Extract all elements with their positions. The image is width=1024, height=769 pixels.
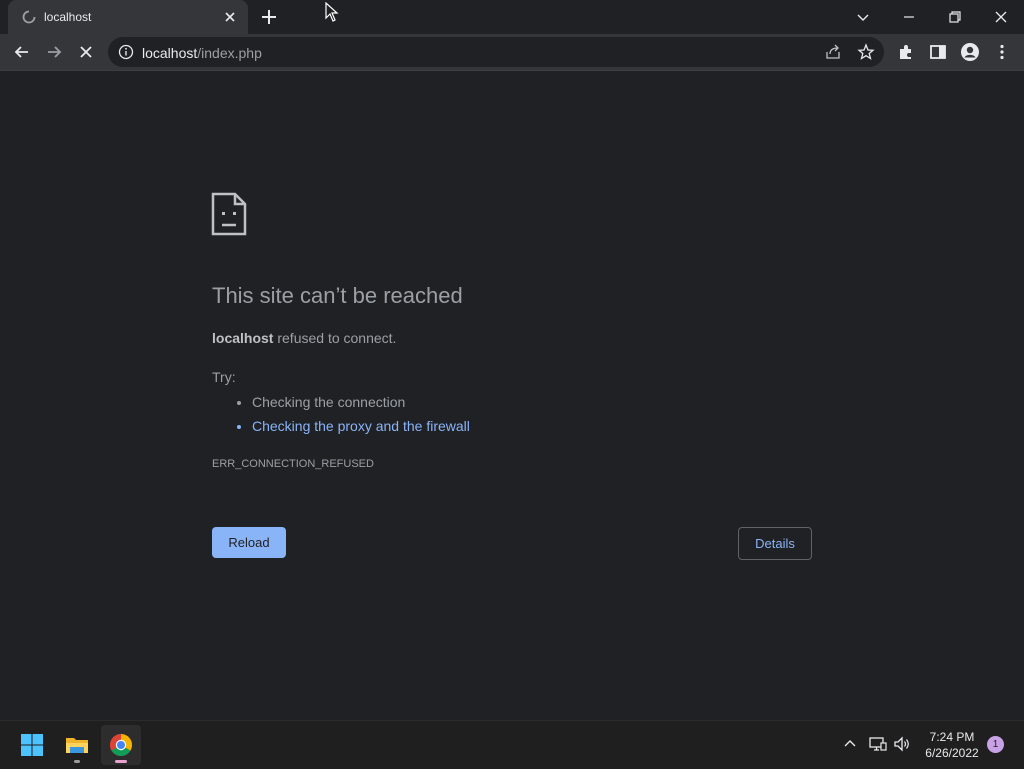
plus-icon[interactable] [259,7,279,27]
suggestion-check-proxy-link[interactable]: Checking the proxy and the firewall [252,415,470,439]
tab-title: localhost [44,10,92,24]
reload-button[interactable]: Reload [212,527,286,558]
file-explorer-icon [66,738,88,753]
clock-date: 6/26/2022 [925,746,979,760]
forward-icon[interactable] [44,42,64,62]
clock[interactable]: 7:24 PM 6/26/2022 [920,729,984,761]
suggestion-check-connection: Checking the connection [252,391,470,415]
restore-icon[interactable] [944,6,966,28]
close-icon[interactable] [222,9,238,25]
tab-localhost[interactable]: localhost [8,0,248,34]
close-window-icon[interactable] [990,6,1012,28]
chrome-button[interactable] [101,725,141,765]
volume-icon[interactable] [893,735,911,753]
taskbar: 7:24 PM 6/26/2022 [0,720,1024,769]
loading-spinner-icon [22,10,36,24]
url-host: localhost [142,45,198,61]
active-indicator [115,760,127,763]
start-button[interactable] [12,725,52,765]
url-text: localhost/index.php [142,45,262,61]
cursor-icon [325,2,339,22]
star-icon[interactable] [857,43,875,61]
error-page: This site can’t be reached localhost ref… [0,71,1024,720]
side-panel-icon[interactable] [928,42,948,62]
notification-badge[interactable]: 1 [987,736,1004,753]
stop-icon[interactable] [76,42,96,62]
extensions-icon[interactable] [896,42,916,62]
chevron-up-icon[interactable] [841,735,859,753]
chrome-icon [110,734,132,756]
running-indicator [74,760,80,763]
network-icon[interactable] [869,735,887,753]
try-label: Try: [212,369,236,385]
address-bar[interactable]: localhost/index.php [108,37,884,67]
chevron-down-icon[interactable] [852,6,874,28]
file-explorer-button[interactable] [57,725,97,765]
browser-toolbar: localhost/index.php [0,34,1024,71]
windows-start-icon [21,734,43,756]
back-icon[interactable] [12,42,32,62]
sad-page-icon [211,192,247,236]
error-host: localhost [212,330,274,346]
menu-icon[interactable] [992,42,1012,62]
error-message-text: refused to connect. [273,330,397,346]
details-button[interactable]: Details [738,527,812,560]
minimize-icon[interactable] [898,6,920,28]
error-heading: This site can’t be reached [212,283,463,308]
suggestion-list: Checking the connection Checking the pro… [234,391,470,439]
error-code: ERR_CONNECTION_REFUSED [212,458,374,470]
tab-strip: localhost [0,0,1024,34]
share-icon[interactable] [824,43,842,61]
error-message: localhost refused to connect. [212,330,396,346]
clock-time: 7:24 PM [929,730,975,744]
info-icon[interactable] [118,44,134,60]
profile-icon[interactable] [960,42,980,62]
url-path: /index.php [197,45,262,61]
